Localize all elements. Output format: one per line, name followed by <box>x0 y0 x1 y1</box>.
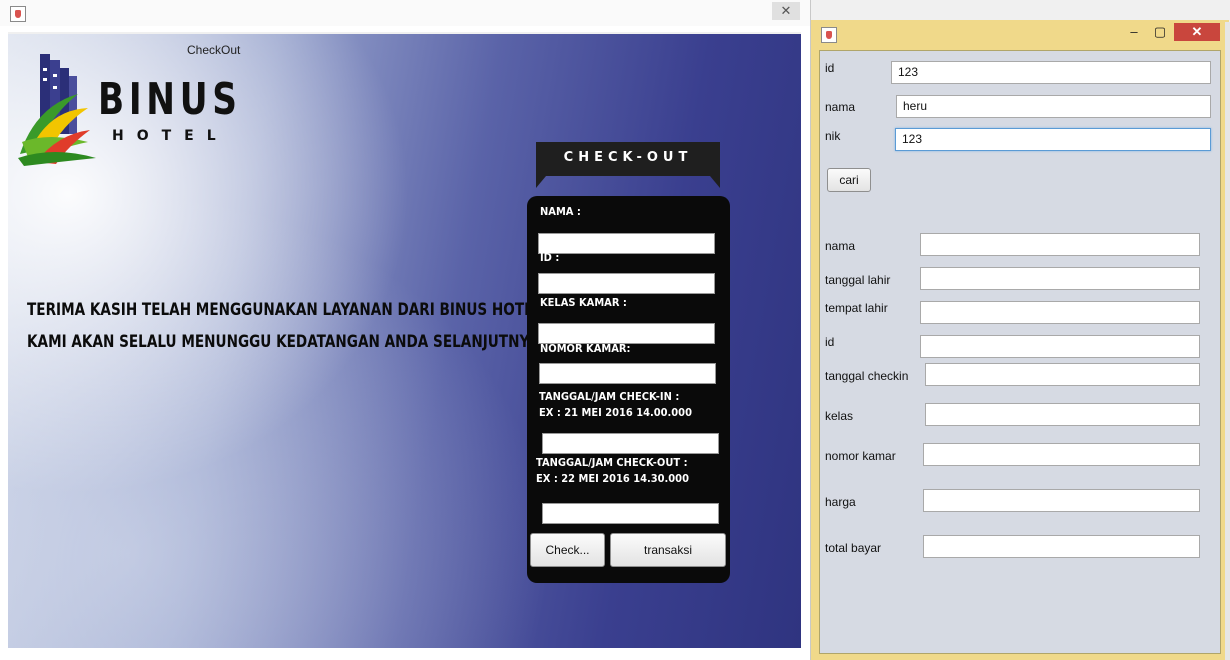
field-tempat-lahir-input[interactable] <box>920 301 1200 324</box>
thank-you-line-2: KAMI AKAN SELALU MENUNGGU KEDATANGAN AND… <box>27 332 539 352</box>
field-tanggal-checkin-label: tanggal checkin <box>825 369 909 383</box>
field-kelas-input[interactable] <box>925 403 1200 426</box>
ribbon-tail-left <box>536 176 546 188</box>
thank-you-line-1: TERIMA KASIH TELAH MENGGUNAKAN LAYANAN D… <box>27 300 543 320</box>
minimize-icon[interactable]: – <box>1123 23 1145 41</box>
close-icon[interactable]: ✕ <box>1174 23 1220 41</box>
nomor-kamar-label: NOMOR KAMAR: <box>540 342 631 355</box>
search-nik-label: nik <box>825 129 841 143</box>
check-button[interactable]: Check... <box>530 533 605 567</box>
field-nama-input[interactable] <box>920 233 1200 256</box>
field-tanggal-lahir-label: tanggal lahir <box>825 273 891 287</box>
java-app-icon-2 <box>821 27 837 43</box>
kelas-kamar-input[interactable] <box>538 323 715 344</box>
logo-wordmark: BINUS <box>98 74 242 125</box>
logo-subtitle: HOTEL <box>112 128 229 144</box>
search-id-input[interactable]: 123 <box>891 61 1211 84</box>
field-id-input[interactable] <box>920 335 1200 358</box>
cari-button[interactable]: cari <box>827 168 871 192</box>
maximize-icon[interactable]: ▢ <box>1149 23 1171 41</box>
field-nama-label: nama <box>825 239 856 253</box>
nama-input[interactable] <box>538 233 715 254</box>
search-window: – ▢ ✕ id 123 nama heru nik 123 cari nama… <box>811 20 1229 660</box>
checkin-example: EX : 21 MEI 2016 14.00.000 <box>539 406 692 419</box>
field-harga-label: harga <box>825 495 856 509</box>
kelas-kamar-label: KELAS KAMAR : <box>540 296 627 309</box>
search-id-label: id <box>825 61 835 75</box>
field-total-bayar-input[interactable] <box>923 535 1200 558</box>
checkout-label: TANGGAL/JAM CHECK-OUT : <box>536 456 688 469</box>
nomor-kamar-input[interactable] <box>539 363 716 384</box>
checkin-input[interactable] <box>542 433 719 454</box>
field-tanggal-checkin-input[interactable] <box>925 363 1200 386</box>
transaksi-button[interactable]: transaksi <box>610 533 726 567</box>
field-tanggal-lahir-input[interactable] <box>920 267 1200 290</box>
id-label: ID : <box>540 251 560 264</box>
field-total-bayar-label: total bayar <box>825 541 882 555</box>
search-nik-input[interactable]: 123 <box>895 128 1211 151</box>
id-input[interactable] <box>538 273 715 294</box>
checkout-window: ✕ CheckOut BINUS HOTEL TERIMA KASIH TELA… <box>0 0 811 660</box>
field-kelas-label: kelas <box>825 409 854 423</box>
checkout-content: CheckOut BINUS HOTEL TERIMA KASIH TELAH … <box>8 32 801 648</box>
checkout-example: EX : 22 MEI 2016 14.30.000 <box>536 472 689 485</box>
ribbon-tail-right <box>710 176 720 188</box>
field-harga-input[interactable] <box>923 489 1200 512</box>
checkout-input[interactable] <box>542 503 719 524</box>
form-title-label: CheckOut <box>187 43 241 57</box>
checkout-form-panel: NAMA : ID : KELAS KAMAR : NOMOR KAMAR: T… <box>527 196 730 583</box>
search-form-body: id 123 nama heru nik 123 cari nama tangg… <box>819 50 1221 654</box>
field-tempat-lahir-label: tempat lahir <box>825 301 888 315</box>
search-window-titlebar[interactable]: – ▢ ✕ <box>811 20 1229 46</box>
nama-label: NAMA : <box>540 205 581 218</box>
field-nomor-kamar-input[interactable] <box>923 443 1200 466</box>
java-app-icon <box>10 6 26 22</box>
field-id-label: id <box>825 335 835 349</box>
binus-logo-icon <box>18 54 96 166</box>
background-window-edge <box>1225 22 1230 660</box>
checkin-label: TANGGAL/JAM CHECK-IN : <box>539 390 680 403</box>
checkout-ribbon-title: CHECK-OUT <box>536 142 720 176</box>
checkout-window-titlebar[interactable]: ✕ <box>0 0 810 26</box>
field-nomor-kamar-label: nomor kamar <box>825 449 896 463</box>
search-nama-label: nama <box>825 100 856 114</box>
close-icon[interactable]: ✕ <box>772 2 800 20</box>
search-nama-input[interactable]: heru <box>896 95 1211 118</box>
